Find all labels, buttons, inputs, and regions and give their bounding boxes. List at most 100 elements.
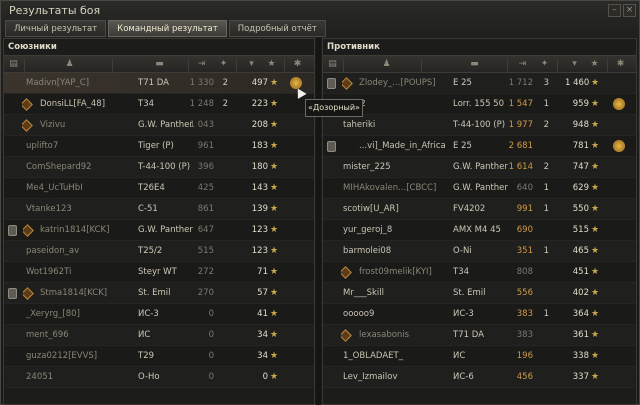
- tank-name: G.W. Panther: [453, 183, 508, 193]
- damage-value: 383: [516, 309, 533, 319]
- kills-value: 2: [222, 78, 228, 88]
- sort-chevron-icon[interactable]: ▾: [246, 59, 257, 70]
- damage-value: 0: [208, 351, 214, 361]
- star-icon: ★: [591, 99, 600, 109]
- table-row[interactable]: Me4_UcTuHbI T26E4 425 143 ★: [4, 178, 314, 199]
- star-icon: ★: [591, 288, 600, 298]
- damage-value: 961: [197, 141, 214, 151]
- header-separator: [421, 58, 422, 72]
- table-row[interactable]: Mr___Skill St. Emil 556 402 ★: [323, 283, 636, 304]
- player-name: guza0212[EVVS]: [26, 351, 98, 361]
- window-title: Результаты боя: [9, 4, 101, 17]
- points-value: 364: [572, 309, 589, 319]
- table-row[interactable]: scotiw[U_AR] FV4202 991 1 550 ★: [323, 199, 636, 220]
- table-row[interactable]: lexasabonis T71 DA 383 361 ★: [323, 325, 636, 346]
- points-value: 34: [257, 330, 268, 340]
- sort-chevron-icon[interactable]: ▾: [569, 59, 580, 70]
- table-row[interactable]: Stma1814[KCK] St. Emil 270 57 ★: [4, 283, 314, 304]
- kills-value: 2: [543, 120, 549, 130]
- table-row[interactable]: katrin1814[KCK] G.W. Panther 647 123 ★: [4, 220, 314, 241]
- damage-column-icon[interactable]: ⇥: [517, 59, 528, 70]
- kills-value: 1: [543, 246, 549, 256]
- close-button[interactable]: ×: [623, 4, 636, 17]
- table-row[interactable]: mister_225 G.W. Panther 1 614 2 747 ★: [323, 157, 636, 178]
- table-row[interactable]: Zlodey_...[POUPS] E 25 1 712 3 1 460 ★: [323, 73, 636, 94]
- tab-personal-result[interactable]: Личный результат: [5, 20, 107, 37]
- header-separator: [607, 58, 608, 72]
- voice-column-icon[interactable]: ▤: [8, 59, 19, 70]
- table-row[interactable]: Lev_Izmailov ИС-6 456 337 ★: [323, 367, 636, 388]
- player-name: 1_OBLADAET_: [343, 351, 403, 361]
- table-row[interactable]: paseidon_av T25/2 515 123 ★: [4, 241, 314, 262]
- table-row[interactable]: Madivn[YAP_C] T71 DA 1 330 2 497 ★: [4, 73, 314, 94]
- player-column-icon[interactable]: ♟: [64, 59, 75, 70]
- points-value: 959: [572, 99, 589, 109]
- player-column-icon[interactable]: ♟: [381, 59, 392, 70]
- table-row[interactable]: _Xeryrg_[80] ИС-3 0 41 ★: [4, 304, 314, 325]
- minimize-button[interactable]: –: [608, 4, 621, 17]
- table-row[interactable]: MIHAkovalen...[CBCC] G.W. Panther 640 1 629 ★: [323, 178, 636, 199]
- enemies-column-header: ▤ ♟ ▬ ⇥ ✦ ▾ ★ ✱: [323, 55, 636, 73]
- tank-name: St. Emil: [453, 288, 486, 298]
- tab-bar: Личный результат Командный результат Под…: [5, 20, 326, 37]
- star-column-icon[interactable]: ★: [266, 59, 277, 70]
- star-column-icon[interactable]: ★: [589, 59, 600, 70]
- star-icon: ★: [270, 372, 279, 382]
- kills-column-icon[interactable]: ✦: [539, 59, 550, 70]
- table-row[interactable]: DonsiLL[FA_48] T34 1 248 2 223 ★: [4, 94, 314, 115]
- damage-value: 383: [516, 330, 533, 340]
- table-row[interactable]: uplifto7 Tiger (P) 961 183 ★: [4, 136, 314, 157]
- player-name: Stma1814[KCK]: [40, 288, 108, 298]
- tab-team-result[interactable]: Командный результат: [108, 20, 227, 37]
- table-row[interactable]: Wot1962Ti Steyr WT 272 71 ★: [4, 262, 314, 283]
- kills-column-icon[interactable]: ✦: [218, 59, 229, 70]
- table-row[interactable]: ...ltr2Lorr. 155 501 5471959★: [323, 94, 636, 115]
- table-row[interactable]: barmolei08 O-Ni 351 1 465 ★: [323, 241, 636, 262]
- points-value: 57: [257, 288, 268, 298]
- medal-column-icon[interactable]: ✱: [615, 59, 626, 70]
- voice-column-icon[interactable]: ▤: [327, 59, 338, 70]
- damage-value: 1 330: [189, 78, 214, 88]
- damage-value: 270: [197, 288, 214, 298]
- star-icon: ★: [270, 267, 279, 277]
- damage-column-icon[interactable]: ⇥: [196, 59, 207, 70]
- table-row[interactable]: Vtanke123 C-51 861 139 ★: [4, 199, 314, 220]
- table-row[interactable]: Vizivu G.W. Panther 1 043 208 ★: [4, 115, 314, 136]
- star-icon: ★: [591, 372, 600, 382]
- table-row[interactable]: ment_696 ИС 0 34 ★: [4, 325, 314, 346]
- medal-column-icon[interactable]: ✱: [292, 59, 303, 70]
- star-icon: ★: [270, 351, 279, 361]
- table-row[interactable]: taheriki T-44-100 (P) 1 977 2 948 ★: [323, 115, 636, 136]
- tank-column-icon[interactable]: ▬: [469, 59, 480, 70]
- tank-name: T34: [453, 267, 470, 277]
- table-row[interactable]: guza0212[EVVS] T29 0 34 ★: [4, 346, 314, 367]
- table-row[interactable]: ComShepard92 T-44-100 (P) 396 180 ★: [4, 157, 314, 178]
- points-value: 139: [251, 204, 268, 214]
- star-icon: ★: [270, 120, 279, 130]
- table-row[interactable]: 24051 O-Ho 0 0 ★: [4, 367, 314, 388]
- points-value: 781: [572, 141, 589, 151]
- table-row[interactable]: frost09melik[KYI] T34 808 451 ★: [323, 262, 636, 283]
- player-name: taheriki: [343, 120, 376, 130]
- points-value: 143: [251, 183, 268, 193]
- table-row[interactable]: ooooo9 ИС-3 383 1 364 ★: [323, 304, 636, 325]
- tank-column-icon[interactable]: ▬: [154, 59, 165, 70]
- header-separator: [24, 58, 25, 72]
- damage-value: 196: [516, 351, 533, 361]
- player-name: mister_225: [343, 162, 391, 172]
- player-name: katrin1814[KCK]: [40, 225, 110, 235]
- table-row[interactable]: ...vi]_Made_in_Africa E 25 2 681 781 ★: [323, 136, 636, 157]
- tank-name: FV4202: [453, 204, 486, 214]
- kills-value: 1: [543, 309, 549, 319]
- tab-detailed-report[interactable]: Подробный отчёт: [228, 20, 326, 37]
- table-row[interactable]: 1_OBLADAET_ ИС 196 338 ★: [323, 346, 636, 367]
- table-row[interactable]: yur_geroj_8 AMX M4 45 690 515 ★: [323, 220, 636, 241]
- damage-value: 425: [197, 183, 214, 193]
- points-value: 223: [251, 99, 268, 109]
- star-icon: ★: [591, 162, 600, 172]
- player-name: ...vi]_Made_in_Africa: [359, 141, 446, 151]
- points-value: 180: [251, 162, 268, 172]
- header-separator: [188, 58, 189, 72]
- allies-list: Madivn[YAP_C] T71 DA 1 330 2 497 ★ DonsiLL[FA_…: [4, 73, 314, 388]
- star-icon: ★: [591, 225, 600, 235]
